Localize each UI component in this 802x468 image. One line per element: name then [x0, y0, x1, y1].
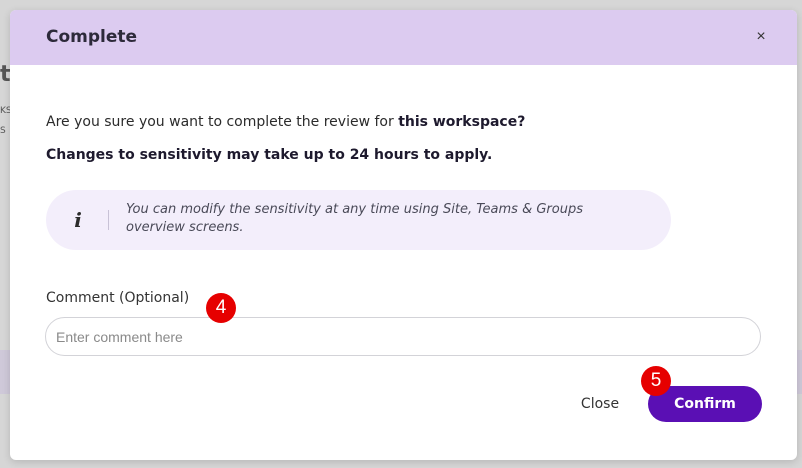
- dialog-header: Complete ×: [10, 10, 797, 65]
- sensitivity-warning: Changes to sensitivity may take up to 24…: [46, 147, 493, 163]
- step-marker-5: 5: [641, 366, 671, 396]
- info-icon: i: [74, 208, 82, 232]
- complete-review-dialog: Complete × Are you sure you want to comp…: [10, 10, 797, 460]
- info-banner: i You can modify the sensitivity at any …: [46, 190, 671, 250]
- comment-label: Comment (Optional): [46, 290, 190, 306]
- info-divider: [108, 210, 109, 230]
- comment-input[interactable]: [45, 317, 761, 356]
- step-marker-4: 4: [206, 293, 236, 323]
- confirmation-question: Are you sure you want to complete the re…: [46, 114, 525, 130]
- background-heading-fragment: ty: [0, 62, 10, 87]
- question-text: Are you sure you want to complete the re…: [46, 114, 399, 130]
- question-target: this workspace?: [398, 114, 526, 130]
- background-text-fragment: KS: [0, 106, 10, 116]
- background-text-fragment: S: [0, 126, 6, 136]
- info-text: You can modify the sensitivity at any ti…: [126, 202, 583, 235]
- dialog-title: Complete: [46, 27, 138, 47]
- close-icon[interactable]: ×: [750, 26, 772, 48]
- close-button[interactable]: Close: [568, 391, 632, 417]
